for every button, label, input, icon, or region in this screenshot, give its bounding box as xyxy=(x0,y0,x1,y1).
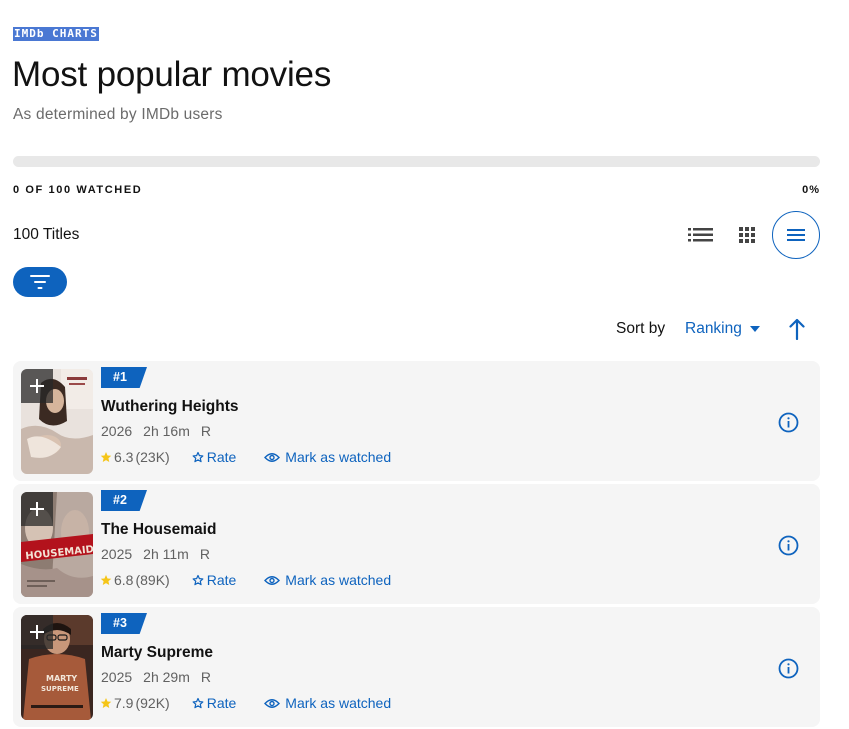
more-info-button[interactable] xyxy=(778,658,799,679)
star-icon xyxy=(100,698,112,708)
mark-as-watched-label: Mark as watched xyxy=(285,449,392,465)
add-to-watchlist-button[interactable] xyxy=(21,369,53,403)
movie-metadata: 2026 2h 16m R xyxy=(101,423,211,439)
titles-count: 100 Titles xyxy=(13,226,80,243)
movie-certificate: R xyxy=(200,669,211,685)
filter-button[interactable] xyxy=(13,267,67,297)
rate-button[interactable]: Rate xyxy=(192,695,237,711)
movie-actions: 6.8 (89K) Rate Mark as watched xyxy=(100,572,391,588)
svg-text:SUPREME: SUPREME xyxy=(41,685,79,693)
plus-icon xyxy=(30,379,44,393)
rating-value: 6.3 xyxy=(114,449,134,465)
sort-direction-button[interactable] xyxy=(786,316,808,342)
movie-runtime: 2h 11m xyxy=(143,546,189,562)
watched-progress-bar xyxy=(13,156,820,167)
vote-count: (89K) xyxy=(135,572,170,588)
mark-as-watched-button[interactable]: Mark as watched xyxy=(264,449,391,465)
rating-value: 6.8 xyxy=(114,572,134,588)
compact-view-button[interactable] xyxy=(772,211,820,259)
movie-year: 2025 xyxy=(101,546,133,562)
movie-title[interactable]: The Housemaid xyxy=(101,521,216,539)
movie-rating: 6.8 (89K) xyxy=(100,572,170,588)
mark-as-watched-label: Mark as watched xyxy=(285,695,392,711)
list-view-icon xyxy=(687,228,713,242)
watched-progress-percent: 0% xyxy=(802,184,820,196)
rate-label: Rate xyxy=(206,449,237,465)
add-to-watchlist-button[interactable] xyxy=(21,492,53,526)
more-info-button[interactable] xyxy=(778,535,799,556)
add-to-watchlist-button[interactable] xyxy=(21,615,53,649)
movie-certificate: R xyxy=(200,423,211,439)
arrow-up-icon xyxy=(789,318,805,340)
star-outline-icon xyxy=(192,697,204,709)
eye-icon xyxy=(264,575,281,585)
movie-poster[interactable]: MARTY SUPREME xyxy=(21,615,93,720)
grid-view-button[interactable] xyxy=(734,222,760,248)
movie-list: #1 Wuthering Heights 2026 2h 16m R 6.3 (… xyxy=(13,361,820,729)
movie-poster[interactable]: HOUSEMAID xyxy=(21,492,93,597)
filter-icon xyxy=(30,275,50,289)
watched-progress-label: 0 OF 100 WATCHED xyxy=(13,184,143,196)
movie-list-item: #1 Wuthering Heights 2026 2h 16m R 6.3 (… xyxy=(13,361,820,481)
rate-label: Rate xyxy=(206,572,237,588)
info-icon xyxy=(778,412,799,433)
movie-actions: 6.3 (23K) Rate Mark as watched xyxy=(100,449,391,465)
movie-title[interactable]: Wuthering Heights xyxy=(101,398,239,416)
rank-badge: #3 xyxy=(101,613,147,634)
rate-button[interactable]: Rate xyxy=(192,572,237,588)
movie-rating: 6.3 (23K) xyxy=(100,449,170,465)
eye-icon xyxy=(264,452,281,462)
movie-metadata: 2025 2h 29m R xyxy=(101,669,211,685)
movie-runtime: 2h 29m xyxy=(143,669,190,685)
eye-icon xyxy=(264,698,281,708)
sort-label: Sort by xyxy=(616,320,666,337)
mark-as-watched-button[interactable]: Mark as watched xyxy=(264,695,391,711)
star-outline-icon xyxy=(192,574,204,586)
more-info-button[interactable] xyxy=(778,412,799,433)
star-icon xyxy=(100,575,112,585)
movie-title[interactable]: Marty Supreme xyxy=(101,644,213,662)
star-outline-icon xyxy=(192,451,204,463)
list-view-button[interactable] xyxy=(684,222,716,248)
grid-view-icon xyxy=(739,227,755,243)
star-icon xyxy=(100,452,112,462)
info-icon xyxy=(778,535,799,556)
vote-count: (92K) xyxy=(135,695,170,711)
info-icon xyxy=(778,658,799,679)
movie-certificate: R xyxy=(199,546,210,562)
compact-view-icon xyxy=(787,229,805,241)
mark-as-watched-button[interactable]: Mark as watched xyxy=(264,572,391,588)
movie-year: 2025 xyxy=(101,669,133,685)
sort-by-value: Ranking xyxy=(685,320,742,337)
rank-badge: #1 xyxy=(101,367,147,388)
rate-label: Rate xyxy=(206,695,237,711)
mark-as-watched-label: Mark as watched xyxy=(285,572,392,588)
page-subtitle: As determined by IMDb users xyxy=(13,106,223,123)
movie-poster[interactable] xyxy=(21,369,93,474)
sort-by-select[interactable]: Ranking xyxy=(685,320,760,338)
movie-list-item: MARTY SUPREME #3 Marty Supreme 2025 2h 2… xyxy=(13,607,820,727)
movie-year: 2026 xyxy=(101,423,133,439)
rating-value: 7.9 xyxy=(114,695,134,711)
movie-metadata: 2025 2h 11m R xyxy=(101,546,210,562)
movie-actions: 7.9 (92K) Rate Mark as watched xyxy=(100,695,391,711)
movie-list-item: HOUSEMAID #2 The Housemaid 2025 2h 11m R… xyxy=(13,484,820,604)
rate-button[interactable]: Rate xyxy=(192,449,237,465)
plus-icon xyxy=(30,502,44,516)
page-title: Most popular movies xyxy=(12,55,332,94)
plus-icon xyxy=(30,625,44,639)
rank-badge: #2 xyxy=(101,490,147,511)
caret-down-icon xyxy=(749,326,760,332)
movie-runtime: 2h 16m xyxy=(143,423,190,439)
page-eyebrow: IMDb CHARTS xyxy=(13,27,99,41)
svg-text:MARTY: MARTY xyxy=(46,674,77,683)
movie-rating: 7.9 (92K) xyxy=(100,695,170,711)
vote-count: (23K) xyxy=(135,449,170,465)
